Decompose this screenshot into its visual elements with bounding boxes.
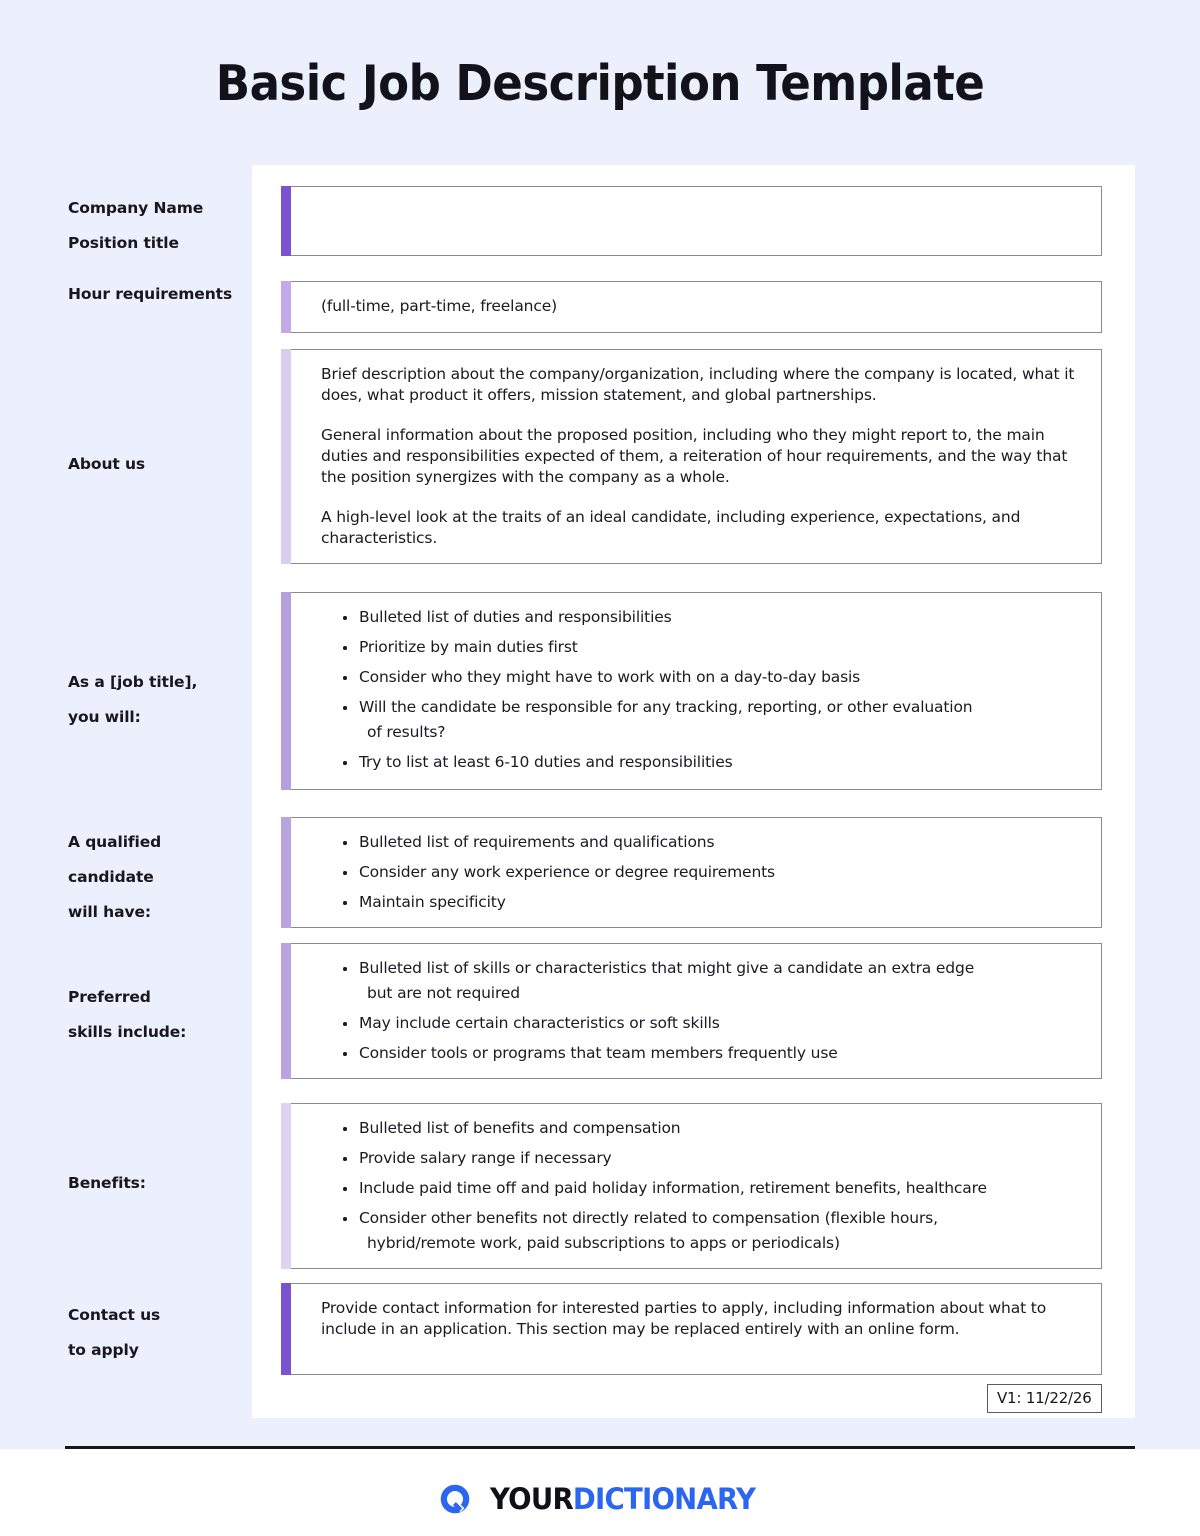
bullet-item: Bulleted list of skills or characteristi… bbox=[343, 958, 1079, 1004]
field-content-preferred-skills: Bulleted list of skills or characteristi… bbox=[291, 944, 1101, 1078]
field-preferred-skills[interactable]: Bulleted list of skills or characteristi… bbox=[281, 943, 1102, 1079]
bullet-text: Bulleted list of skills or characteristi… bbox=[359, 959, 975, 977]
field-content-duties: Bulleted list of duties and responsibili… bbox=[291, 593, 1101, 787]
logo-text-your: YOUR bbox=[489, 1481, 574, 1516]
row-label-line: About us bbox=[68, 455, 146, 473]
field-content-hour-requirements: (full-time, part-time, freelance) bbox=[291, 282, 1101, 331]
field-contact[interactable]: Provide contact information for interest… bbox=[281, 1283, 1102, 1375]
yourdictionary-q-icon bbox=[440, 1484, 470, 1514]
bullet-item: Bulleted list of requirements and qualif… bbox=[343, 832, 1079, 853]
row-label-company-position: Company Name Position title bbox=[68, 191, 268, 261]
field-about-us[interactable]: Brief description about the company/orga… bbox=[281, 349, 1102, 564]
bullet-item: Consider any work experience or degree r… bbox=[343, 862, 1079, 883]
bullet-text: Will the candidate be responsible for an… bbox=[359, 698, 973, 716]
bullet-item: Consider who they might have to work wit… bbox=[343, 667, 1079, 688]
row-label-line: Position title bbox=[68, 234, 179, 252]
row-label-contact: Contact us to apply bbox=[68, 1298, 268, 1368]
row-label-line: As a [job title], bbox=[68, 673, 198, 691]
field-content-benefits: Bulleted list of benefits and compensati… bbox=[291, 1104, 1101, 1268]
bullet-text: May include certain characteristics or s… bbox=[359, 1014, 720, 1032]
bullet-text: Bulleted list of requirements and qualif… bbox=[359, 833, 715, 851]
row-label-line: Contact us bbox=[68, 1306, 161, 1324]
row-label-line: Preferred bbox=[68, 988, 151, 1006]
bullet-item: May include certain characteristics or s… bbox=[343, 1013, 1079, 1034]
bullet-item: Consider other benefits not directly rel… bbox=[343, 1208, 1079, 1254]
row-label-about-us: About us bbox=[68, 447, 268, 482]
field-content-qualifications: Bulleted list of requirements and qualif… bbox=[291, 818, 1101, 927]
bullet-text: Maintain specificity bbox=[359, 893, 506, 911]
row-label-line: you will: bbox=[68, 708, 141, 726]
bullet-item: Maintain specificity bbox=[343, 892, 1079, 913]
row-label-line: Company Name bbox=[68, 199, 204, 217]
bullet-item: Bulleted list of duties and responsibili… bbox=[343, 607, 1079, 628]
row-label-duties: As a [job title], you will: bbox=[68, 665, 268, 735]
footer-divider bbox=[65, 1446, 1135, 1449]
bullet-text: Consider who they might have to work wit… bbox=[359, 668, 861, 686]
field-hour-requirements[interactable]: (full-time, part-time, freelance) bbox=[281, 281, 1102, 333]
field-company-position[interactable] bbox=[281, 186, 1102, 256]
bullet-text: Bulleted list of duties and responsibili… bbox=[359, 608, 672, 626]
bullet-text: Bulleted list of benefits and compensati… bbox=[359, 1119, 681, 1137]
row-label-benefits: Benefits: bbox=[68, 1166, 268, 1201]
bullet-text: Consider any work experience or degree r… bbox=[359, 863, 775, 881]
yourdictionary-logo[interactable]: YOURDICTIONARY bbox=[438, 1482, 762, 1516]
bullet-list: Bulleted list of benefits and compensati… bbox=[321, 1118, 1079, 1254]
row-label-line: to apply bbox=[68, 1341, 139, 1359]
field-content-about-us: Brief description about the company/orga… bbox=[291, 350, 1101, 563]
row-label-line: candidate bbox=[68, 868, 154, 886]
bullet-text: Prioritize by main duties first bbox=[359, 638, 578, 656]
row-label-line: Benefits: bbox=[68, 1174, 146, 1192]
page-footer: YOURDICTIONARY bbox=[0, 1462, 1200, 1536]
paragraph: (full-time, part-time, freelance) bbox=[321, 297, 558, 315]
row-label-qualifications: A qualified candidate will have: bbox=[68, 825, 268, 930]
row-label-line: skills include: bbox=[68, 1023, 187, 1041]
bullet-text-continuation: hybrid/remote work, paid subscriptions t… bbox=[367, 1234, 840, 1252]
bullet-text-continuation: but are not required bbox=[367, 984, 520, 1002]
row-label-preferred-skills: Preferred skills include: bbox=[68, 980, 268, 1050]
row-label-line: Hour requirements bbox=[68, 285, 233, 303]
logo-text-dictionary: DICTIONARY bbox=[572, 1481, 756, 1516]
paragraph: Provide contact information for interest… bbox=[321, 1299, 1047, 1338]
page-title: Basic Job Description Template bbox=[215, 55, 985, 112]
row-label-line: will have: bbox=[68, 903, 151, 921]
field-content-empty bbox=[291, 187, 1101, 236]
bullet-list: Bulleted list of skills or characteristi… bbox=[321, 958, 1079, 1064]
field-qualifications[interactable]: Bulleted list of requirements and qualif… bbox=[281, 817, 1102, 928]
bullet-text-continuation: of results? bbox=[367, 723, 446, 741]
field-duties[interactable]: Bulleted list of duties and responsibili… bbox=[281, 592, 1102, 790]
bullet-list: Bulleted list of requirements and qualif… bbox=[321, 832, 1079, 913]
bullet-list: Bulleted list of duties and responsibili… bbox=[321, 607, 1079, 773]
bullet-item: Provide salary range if necessary bbox=[343, 1148, 1079, 1169]
bullet-item: Bulleted list of benefits and compensati… bbox=[343, 1118, 1079, 1139]
row-label-line: A qualified bbox=[68, 833, 162, 851]
version-stamp: V1: 11/22/26 bbox=[987, 1384, 1102, 1413]
paragraph: Brief description about the company/orga… bbox=[321, 365, 1075, 404]
bullet-text: Try to list at least 6-10 duties and res… bbox=[359, 753, 733, 771]
logo-wordmark: YOURDICTIONARY bbox=[489, 1481, 756, 1516]
bullet-item: Prioritize by main duties first bbox=[343, 637, 1079, 658]
bullet-item: Try to list at least 6-10 duties and res… bbox=[343, 752, 1079, 773]
bullet-text: Provide salary range if necessary bbox=[359, 1149, 612, 1167]
bullet-text: Consider tools or programs that team mem… bbox=[359, 1044, 838, 1062]
field-content-contact: Provide contact information for interest… bbox=[291, 1284, 1101, 1354]
bullet-item: Include paid time off and paid holiday i… bbox=[343, 1178, 1079, 1199]
row-label-hour-requirements: Hour requirements bbox=[68, 277, 268, 312]
paragraph: General information about the proposed p… bbox=[321, 426, 1068, 486]
bullet-text: Consider other benefits not directly rel… bbox=[359, 1209, 938, 1227]
paragraph: A high-level look at the traits of an id… bbox=[321, 508, 1021, 547]
bullet-item: Will the candidate be responsible for an… bbox=[343, 697, 1079, 743]
document-page: Basic Job Description Template Company N… bbox=[0, 0, 1200, 1536]
field-benefits[interactable]: Bulleted list of benefits and compensati… bbox=[281, 1103, 1102, 1269]
bullet-item: Consider tools or programs that team mem… bbox=[343, 1043, 1079, 1064]
bullet-text: Include paid time off and paid holiday i… bbox=[359, 1179, 987, 1197]
